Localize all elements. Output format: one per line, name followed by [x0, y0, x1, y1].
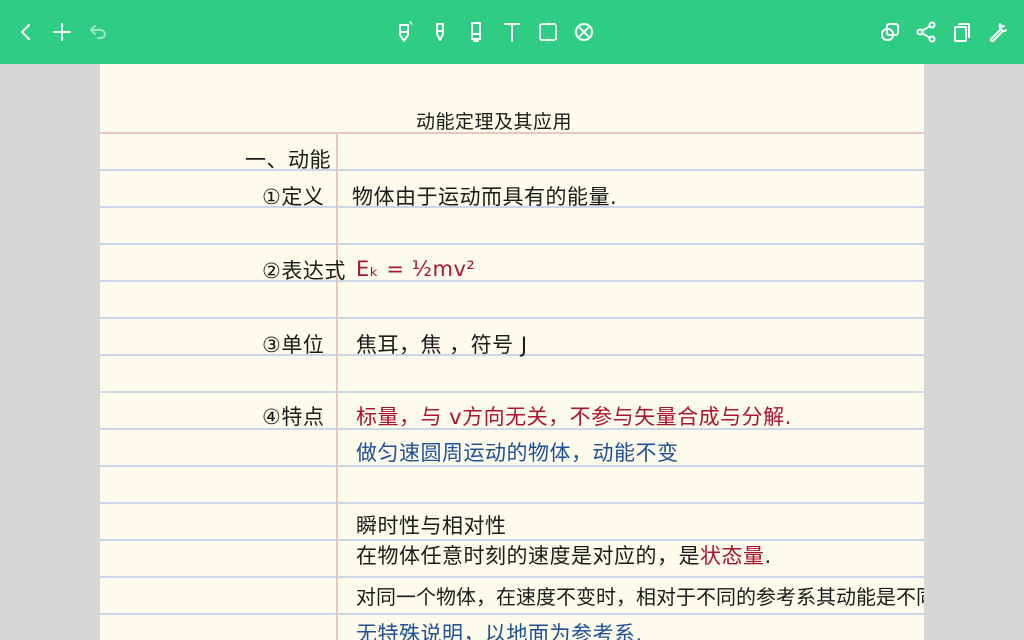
rule-line	[100, 280, 924, 282]
state-quantity-highlight: 状态量	[700, 544, 765, 568]
clear-icon	[575, 23, 593, 41]
expression-formula: Eₖ = ½mv²	[356, 257, 476, 281]
unit-label: ③单位	[262, 333, 325, 357]
feature-label: ④特点	[262, 405, 325, 429]
rule-line	[100, 465, 924, 467]
pen-icon	[399, 21, 413, 42]
note-page[interactable]: 动能定理及其应用 一、动能 ①定义 物体由于运动而具有的能量. ②表达式 Eₖ …	[100, 64, 924, 640]
instant-heading: 瞬时性与相对性	[356, 514, 507, 538]
rule-line	[100, 243, 924, 245]
plus-icon	[53, 23, 71, 41]
undo-button[interactable]	[82, 16, 114, 48]
layers-icon	[881, 23, 899, 41]
add-page-button[interactable]	[46, 16, 78, 48]
rule-line	[100, 613, 924, 615]
section-heading: 一、动能	[245, 148, 331, 172]
clear-tool[interactable]	[568, 16, 600, 48]
feature-line-2: 做匀速圆周运动的物体，动能不变	[356, 441, 679, 465]
highlighter-tool[interactable]	[424, 16, 456, 48]
copy-icon	[954, 23, 970, 42]
highlighter-icon	[436, 23, 444, 41]
chevron-left-icon	[21, 24, 30, 40]
text-icon	[504, 23, 520, 42]
note-title: 动能定理及其应用	[416, 111, 573, 133]
wrench-icon	[989, 23, 1007, 43]
cutoff-line: 无特殊说明，以地面为参考系.	[356, 622, 643, 640]
rule-line	[100, 576, 924, 578]
text-tool[interactable]	[496, 16, 528, 48]
definition-text: 物体由于运动而具有的能量.	[352, 185, 618, 209]
unit-text: 焦耳，焦 ，符号 J	[356, 333, 528, 357]
top-toolbar	[0, 0, 1024, 64]
pen-tool[interactable]	[388, 16, 420, 48]
feature-line-1: 标量，与 v方向无关，不参与矢量合成与分解.	[356, 405, 792, 429]
share-button[interactable]	[910, 16, 942, 48]
settings-button[interactable]	[982, 16, 1014, 48]
layers-button[interactable]	[874, 16, 906, 48]
instant-line: 在物体任意时刻的速度是对应的，是状态量.	[356, 544, 772, 568]
rule-line	[100, 317, 924, 319]
definition-label: ①定义	[262, 185, 325, 209]
undo-icon	[90, 25, 106, 39]
share-icon	[916, 21, 936, 43]
margin-line	[336, 132, 338, 640]
instant-line-period: .	[764, 544, 772, 568]
rule-line	[100, 391, 924, 393]
relative-line: 对同一个物体，在速度不变时，相对于不同的参考系其动能是不同	[356, 585, 924, 609]
instant-line-text: 在物体任意时刻的速度是对应的，是	[356, 544, 700, 568]
eraser-tool[interactable]	[460, 16, 492, 48]
eraser-icon	[471, 22, 481, 42]
expression-label: ②表达式	[262, 259, 346, 283]
rule-line	[100, 539, 924, 541]
rule-line	[100, 169, 924, 171]
back-button[interactable]	[10, 16, 42, 48]
copy-button[interactable]	[946, 16, 978, 48]
lasso-tool[interactable]	[532, 16, 564, 48]
rule-line	[100, 502, 924, 504]
lasso-icon	[539, 23, 557, 41]
